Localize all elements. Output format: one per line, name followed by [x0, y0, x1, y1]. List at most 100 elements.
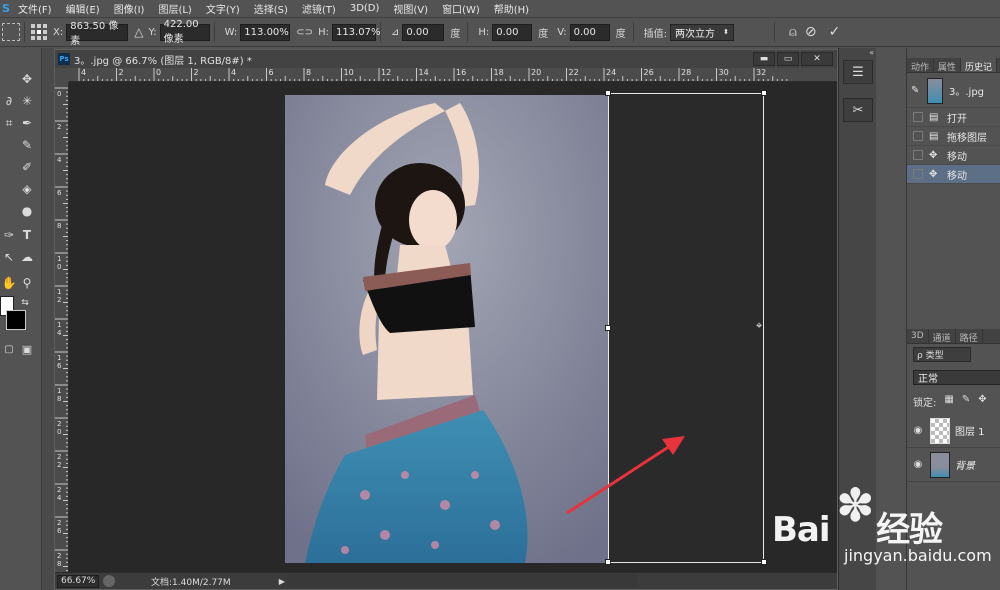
history-checkbox[interactable] — [913, 150, 923, 160]
layer-row-background[interactable]: ◉ 背景 — [907, 448, 1000, 482]
collapse-dock-icon[interactable]: « — [869, 48, 874, 57]
hskew-field[interactable]: 0.00 — [492, 23, 533, 41]
ruler-label: 8 — [306, 68, 312, 77]
tab-3d[interactable]: 3D — [907, 329, 929, 343]
transform-handle-bottom-left[interactable] — [605, 559, 611, 565]
dodge-icon[interactable]: ● — [18, 202, 36, 220]
ruler-label: 20 — [531, 68, 542, 77]
menu-window[interactable]: 窗口(W) — [442, 1, 480, 16]
move-tool-icon[interactable]: ✥ — [18, 70, 36, 88]
history-state-selected[interactable]: ✥ 移动 — [907, 165, 1000, 184]
tool-presets-icon[interactable]: ✂ — [843, 98, 873, 122]
angle-field[interactable]: 0.00 — [402, 23, 445, 41]
menu-3d[interactable]: 3D(D) — [350, 3, 380, 14]
swap-colors-icon[interactable]: ⇆ — [16, 294, 34, 312]
status-options-icon[interactable] — [103, 575, 115, 587]
history-state[interactable]: ▤ 打开 — [907, 108, 1000, 127]
horizontal-ruler[interactable]: 4 2 0 2 4 6 8 10 12 14 16 18 20 22 24 26 28 30 32 — [69, 68, 837, 82]
menu-help[interactable]: 帮助(H) — [494, 1, 529, 16]
interpolation-select[interactable]: 两次立方 ⬍ — [670, 23, 735, 41]
history-snapshot[interactable]: ✎ 3。.jpg — [907, 74, 1000, 108]
menu-view[interactable]: 视图(V) — [393, 1, 428, 16]
quick-mask-icon[interactable]: ▢ — [0, 340, 18, 358]
warp-icon[interactable]: ⍝ — [789, 25, 797, 40]
lock-pixels-icon[interactable]: ✎ — [962, 394, 970, 409]
hskew-unit: 度 — [538, 28, 549, 40]
tab-channels[interactable]: 通道 — [929, 329, 956, 344]
menu-edit[interactable]: 编辑(E) — [66, 1, 100, 16]
crop-icon[interactable]: ⌗ — [0, 114, 18, 132]
tab-actions[interactable]: 动作 — [907, 58, 935, 73]
lock-position-icon[interactable]: ✥ — [978, 394, 986, 409]
vskew-field[interactable]: 0.00 — [569, 23, 610, 41]
lock-transparency-icon[interactable]: ▦ — [944, 394, 953, 409]
layer-thumbnail — [930, 451, 950, 478]
layer-filter-select[interactable]: ρ 类型 — [913, 347, 971, 362]
menu-file[interactable]: 文件(F) — [18, 1, 52, 16]
eyedropper-icon[interactable]: ✒ — [18, 114, 36, 132]
history-state[interactable]: ✥ 移动 — [907, 146, 1000, 165]
visibility-eye-icon[interactable]: ◉ — [910, 459, 926, 470]
link-icon[interactable]: ⊂⊃ — [296, 27, 313, 38]
tab-history[interactable]: 历史记 — [961, 58, 998, 73]
horizontal-scrollbar[interactable] — [287, 574, 637, 587]
history-checkbox[interactable] — [913, 131, 923, 141]
delta-icon[interactable]: △ — [134, 25, 143, 39]
history-brush-icon[interactable]: ✐ — [18, 158, 36, 176]
y-field[interactable]: 422.00 像素 — [159, 19, 210, 45]
transform-handle-top-middle[interactable] — [761, 90, 767, 96]
paint-bucket-icon[interactable]: ◈ — [18, 180, 36, 198]
maximize-button[interactable]: ▭ — [777, 52, 799, 66]
path-select-icon[interactable]: ↖ — [0, 248, 18, 266]
pen-tool-icon[interactable]: ✑ — [0, 226, 18, 244]
commit-transform-icon[interactable]: ✓ — [829, 24, 841, 40]
ruler-label: 0 — [57, 90, 62, 98]
actions-panel-icon[interactable]: ☰ — [843, 60, 873, 84]
ruler-origin[interactable] — [55, 68, 69, 82]
ruler-label: 2 — [193, 68, 199, 77]
reference-point-icon[interactable] — [31, 24, 47, 40]
zoom-tool-icon[interactable]: ⚲ — [18, 274, 36, 292]
visibility-eye-icon[interactable]: ◉ — [910, 425, 926, 436]
vertical-ruler[interactable]: 0 2 4 6 8 1 0 1 2 1 4 1 6 1 8 2 0 2 2 2 4 2 6 2 8 — [55, 82, 69, 572]
status-menu-arrow-icon[interactable]: ▶ — [279, 577, 285, 586]
tab-paths[interactable]: 路径 — [956, 329, 983, 344]
document-title-bar[interactable]: Ps 3。.jpg @ 66.7% (图层 1, RGB/8#) * — [55, 50, 837, 68]
transform-handle-top-left[interactable] — [605, 90, 611, 96]
background-color-swatch[interactable] — [6, 310, 26, 330]
history-checkbox[interactable] — [913, 112, 923, 122]
zoom-level[interactable]: 66.67% — [57, 574, 99, 588]
transform-handle-bottom-middle[interactable] — [761, 559, 767, 565]
transform-handle-middle-left[interactable] — [605, 325, 611, 331]
shape-tool-icon[interactable]: ☁ — [18, 248, 36, 266]
history-brush-source-icon[interactable]: ✎ — [911, 85, 927, 96]
width-field[interactable]: 113.00% — [240, 23, 291, 41]
transform-tool-icon[interactable] — [2, 23, 20, 41]
menu-layer[interactable]: 图层(L) — [158, 1, 191, 16]
hand-tool-icon[interactable]: ✋ — [0, 274, 18, 292]
lasso-icon[interactable]: ∂ — [0, 92, 18, 110]
minimize-button[interactable]: ▬ — [753, 52, 775, 66]
cancel-transform-icon[interactable]: ⊘ — [805, 24, 817, 40]
history-checkbox[interactable] — [913, 169, 923, 179]
menu-type[interactable]: 文字(Y) — [206, 1, 240, 16]
transform-bounding-box[interactable] — [608, 93, 764, 563]
history-state[interactable]: ▤ 拖移图层 — [907, 127, 1000, 146]
blend-mode-select[interactable]: 正常 — [913, 370, 1000, 385]
menu-filter[interactable]: 滤镜(T) — [302, 1, 336, 16]
transform-center-point-icon[interactable]: ⌖ — [756, 319, 762, 333]
type-tool-icon[interactable]: T — [18, 226, 36, 244]
height-field[interactable]: 113.07% — [331, 23, 380, 41]
menu-select[interactable]: 选择(S) — [254, 1, 288, 16]
screen-mode-icon[interactable]: ▣ — [18, 340, 36, 358]
x-field[interactable]: 863.50 像素 — [66, 21, 129, 47]
photoshop-logo: S — [2, 1, 10, 15]
magic-wand-icon[interactable]: ✳ — [18, 92, 36, 110]
canvas-area[interactable]: ⌖ — [70, 83, 836, 571]
tab-properties[interactable]: 属性 — [934, 58, 962, 73]
menu-image[interactable]: 图像(I) — [114, 1, 145, 16]
ruler-label: 1 0 — [57, 255, 62, 271]
close-button[interactable]: ✕ — [801, 52, 833, 66]
layer-row-layer-1[interactable]: ◉ 图层 1 — [907, 414, 1000, 448]
brush-icon[interactable]: ✎ — [18, 136, 36, 154]
